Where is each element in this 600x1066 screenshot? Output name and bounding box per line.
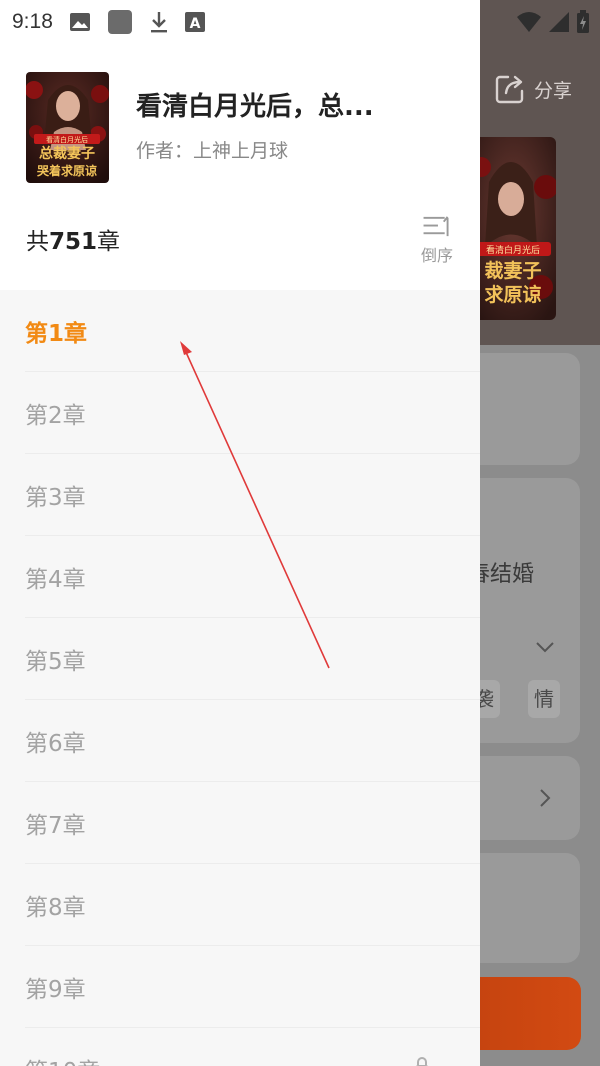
app-square-icon: [107, 9, 133, 35]
status-bar-right: [516, 0, 590, 44]
cover-top-line: 看清白月光后: [46, 135, 88, 144]
sort-order-label: 倒序: [420, 246, 453, 265]
cover-main-line-2: 哭着求原谅: [36, 163, 97, 178]
svg-text:裁妻子: 裁妻子: [484, 259, 541, 282]
battery-icon: [577, 10, 589, 33]
chapter-label: 第1章: [25, 320, 88, 347]
chevron-right-icon: [540, 789, 551, 807]
chapter-item[interactable]: 第9章: [25, 946, 480, 1028]
font-a-icon: A: [184, 12, 205, 32]
cover-main-line-1: 总裁妻子: [39, 145, 95, 162]
chapter-label: 第9章: [25, 976, 86, 1003]
chapter-label: 第2章: [25, 402, 86, 429]
share-label: 分享: [534, 79, 573, 102]
download-icon: [149, 10, 169, 34]
book-title: 看清白月光后，总...: [136, 92, 374, 122]
svg-text:A: A: [189, 16, 200, 32]
chapter-label: 第5章: [25, 648, 86, 675]
chapter-drawer: 9:18 A 看清白月光后 总裁妻子 哭着求原谅 看清白月光后，总... 作者：…: [0, 0, 480, 1066]
chapter-item[interactable]: 第5章: [25, 618, 480, 700]
chapter-item[interactable]: 第10章: [25, 1028, 480, 1066]
lock-icon: [416, 1057, 428, 1066]
chapter-item[interactable]: 第3章: [25, 454, 480, 536]
drawer-header: 看清白月光后 总裁妻子 哭着求原谅 看清白月光后，总... 作者：上神上月球 共…: [0, 44, 480, 290]
chapter-count: 共751章: [26, 222, 120, 256]
chapter-label: 第3章: [25, 484, 86, 511]
sort-order-button[interactable]: 倒序: [414, 214, 460, 266]
chevron-down-icon: [536, 642, 554, 653]
background-book-cover: 看清白月光后 裁妻子 求原谅: [471, 137, 556, 320]
chapter-count-suffix: 章: [97, 229, 121, 255]
signal-icon: [549, 12, 569, 32]
status-time: 9:18: [12, 10, 53, 33]
chapter-item[interactable]: 第7章: [25, 782, 480, 864]
chapter-item[interactable]: 第6章: [25, 700, 480, 782]
chapter-count-prefix: 共: [26, 229, 49, 255]
wifi-icon: [517, 12, 541, 32]
chapter-label: 第8章: [25, 894, 86, 921]
chapter-count-number: 751: [49, 229, 98, 255]
svg-text:看清白月光后: 看清白月光后: [486, 244, 540, 256]
chapter-item[interactable]: 第4章: [25, 536, 480, 618]
status-bar: 9:18 A: [0, 0, 480, 44]
chapter-label: 第6章: [25, 730, 86, 757]
share-button[interactable]: 分享: [494, 73, 572, 105]
chapter-item[interactable]: 第2章: [25, 372, 480, 454]
chapter-list: 第1章 第2章 第3章 第4章 第5章 第6章 第7章 第8章 第9章 第10章: [0, 290, 480, 1066]
sort-order-icon: [423, 216, 449, 237]
svg-text:求原谅: 求原谅: [484, 283, 541, 306]
share-icon: [495, 75, 524, 104]
book-author: 作者：上神上月球: [136, 140, 289, 162]
book-cover: 看清白月光后 总裁妻子 哭着求原谅: [26, 72, 109, 183]
chapter-label: 第10章: [25, 1052, 100, 1066]
chapter-item[interactable]: 第8章: [25, 864, 480, 946]
background-tag: 情: [528, 680, 560, 718]
chapter-label: 第4章: [25, 566, 86, 593]
chapter-item[interactable]: 第1章: [25, 290, 480, 372]
image-icon: [69, 12, 91, 32]
chapter-label: 第7章: [25, 812, 86, 839]
